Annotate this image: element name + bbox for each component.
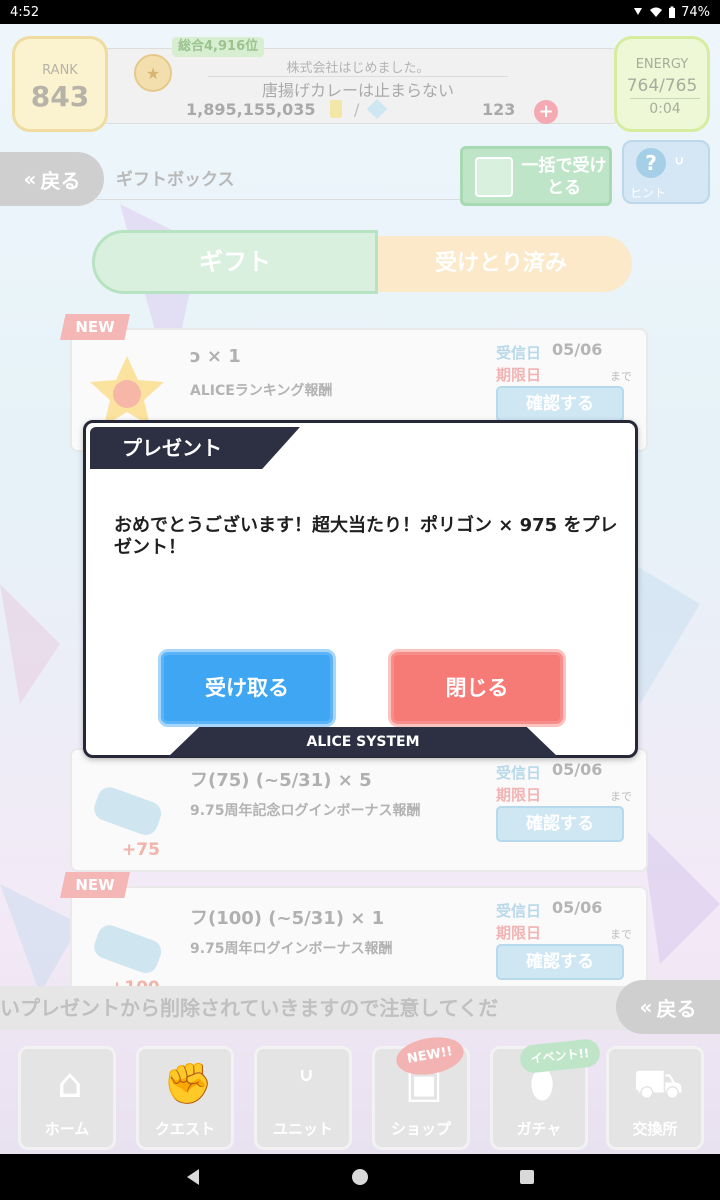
- recents-square-icon[interactable]: [519, 1169, 535, 1185]
- dialog-footer: ALICE SYSTEM: [168, 727, 558, 757]
- wifi-icon: [650, 7, 663, 17]
- battery-level: 74%: [681, 4, 710, 20]
- system-navigation-bar: [0, 1154, 720, 1200]
- present-dialog: プレゼント おめでとうございます！超大当たり！ポリゴン × 975 をプレゼント…: [83, 420, 638, 758]
- dialog-message: おめでとうございます！超大当たり！ポリゴン × 975 をプレゼント！: [114, 515, 618, 558]
- game-screen: RANK 843 ★ 総合4,916位 株式会社はじめました。 唐揚げカレーは止…: [0, 24, 720, 1154]
- signal-icon: [634, 8, 643, 15]
- back-triangle-icon[interactable]: [185, 1168, 201, 1186]
- receive-button[interactable]: 受け取る: [158, 649, 336, 727]
- status-time: 4:52: [10, 4, 40, 20]
- dialog-title: プレゼント: [90, 427, 300, 469]
- home-circle-icon[interactable]: [351, 1168, 369, 1186]
- close-button[interactable]: 閉じる: [388, 649, 566, 727]
- battery-icon: [669, 6, 676, 18]
- status-bar: 4:52 74%: [0, 0, 720, 24]
